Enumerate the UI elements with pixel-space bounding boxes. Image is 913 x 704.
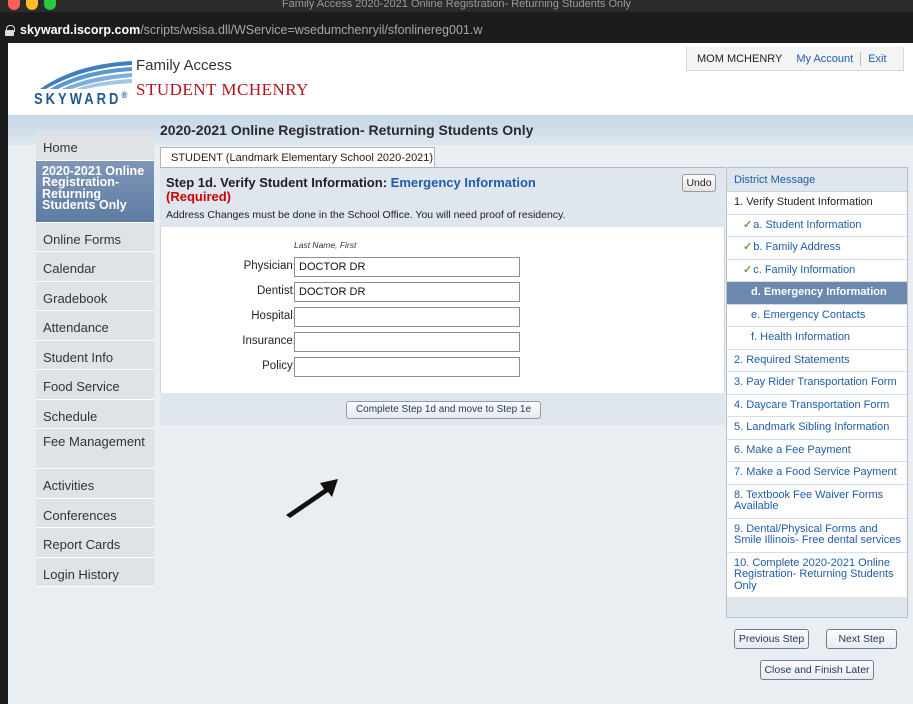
checkmark-icon: ✓	[743, 241, 753, 253]
step-1-verify[interactable]: 1. Verify Student Information	[727, 192, 907, 215]
sidebar-item-login-history[interactable]: Login History	[36, 557, 154, 587]
step-1f-health-info[interactable]: f. Health Information	[727, 327, 907, 350]
district-name: STUDENT MCHENRY	[136, 80, 309, 99]
sidebar-item-online-registration[interactable]: 2020-2021 Online Registration- Returning…	[36, 160, 154, 223]
step-1c-family-info[interactable]: ✓c. Family Information	[727, 259, 907, 282]
physician-field[interactable]: DOCTOR DR	[294, 257, 520, 277]
step-section-name: Emergency Information	[390, 175, 536, 190]
emergency-form: Last Name, First Physician: DOCTOR DR De…	[160, 227, 725, 393]
sidebar-item-report-cards[interactable]: Report Cards	[36, 528, 154, 558]
policy-field[interactable]	[294, 357, 520, 377]
insurance-label: Insurance:	[242, 335, 296, 347]
step-5[interactable]: 5. Landmark Sibling Information	[727, 417, 907, 440]
url-path: /scripts/wsisa.dll/WService=wsedumchenry…	[140, 23, 483, 37]
sidebar-item-student-info[interactable]: Student Info	[36, 340, 154, 370]
hospital-label: Hospital:	[251, 310, 296, 322]
step-8[interactable]: 8. Textbook Fee Waiver Forms Available	[727, 484, 907, 519]
step-4[interactable]: 4. Daycare Transportation Form	[727, 394, 907, 417]
address-bar[interactable]: skyward.iscorp.com/scripts/wsisa.dll/WSe…	[0, 12, 913, 43]
lock-icon	[5, 25, 15, 36]
window-titlebar: Family Access 2020-2021 Online Registrat…	[0, 0, 913, 12]
skyward-logo[interactable]: SKYWARD®	[34, 57, 134, 109]
step-header-panel: Step 1d. Verify Student Information: Eme…	[160, 167, 725, 227]
steps-panel: District Message 1. Verify Student Infor…	[726, 167, 908, 618]
hospital-field[interactable]	[294, 307, 520, 327]
undo-button[interactable]: Undo	[682, 174, 716, 192]
sidebar-item-online-forms[interactable]: Online Forms	[36, 222, 154, 252]
step-1d-emergency-info[interactable]: d. Emergency Information	[727, 282, 907, 305]
checkmark-icon: ✓	[743, 218, 753, 231]
policy-row: Policy:	[161, 357, 726, 377]
app-name: Family Access	[136, 57, 232, 74]
account-bar: MOM MCHENRY My Account Exit	[686, 47, 904, 71]
url-domain: skyward.iscorp.com	[20, 23, 141, 37]
sidebar-item-home[interactable]: Home	[36, 131, 154, 161]
step-10[interactable]: 10. Complete 2020-2021 Online Registrati…	[727, 552, 907, 597]
physician-row: Physician: DOCTOR DR	[161, 257, 726, 277]
step-1b-label: b. Family Address	[753, 241, 841, 253]
window-edge	[0, 43, 8, 704]
checkmark-icon: ✓	[743, 263, 753, 276]
close-finish-later-button[interactable]: Close and Finish Later	[760, 660, 874, 680]
step-1e-emergency-contacts[interactable]: e. Emergency Contacts	[727, 304, 907, 327]
next-step-button[interactable]: Next Step	[826, 629, 897, 649]
step-1a-student-info[interactable]: ✓a. Student Information	[727, 214, 907, 237]
complete-step-button[interactable]: Complete Step 1d and move to Step 1e	[346, 401, 541, 419]
step-title: Step 1d. Verify Student Information:	[166, 175, 388, 190]
sidebar-item-gradebook[interactable]: Gradebook	[36, 281, 154, 311]
arrow-annotation-icon	[286, 479, 338, 518]
exit-link[interactable]: Exit	[861, 53, 893, 65]
step-9[interactable]: 9. Dental/Physical Forms and Smile Illin…	[727, 518, 907, 553]
dentist-field[interactable]: DOCTOR DR	[294, 282, 520, 302]
step-1b-family-address[interactable]: ✓b. Family Address	[727, 237, 907, 260]
my-account-link[interactable]: My Account	[789, 53, 860, 65]
dentist-label: Dentist:	[257, 285, 296, 297]
sidebar-item-food-service[interactable]: Food Service	[36, 370, 154, 400]
sidebar-item-calendar[interactable]: Calendar	[36, 252, 154, 282]
sidebar-item-attendance[interactable]: Attendance	[36, 311, 154, 341]
district-message-link[interactable]: District Message	[727, 168, 907, 192]
step-1c-label: c. Family Information	[753, 263, 856, 276]
sidebar-nav: Home 2020-2021 Online Registration- Retu…	[36, 131, 154, 587]
sidebar-item-conferences[interactable]: Conferences	[36, 498, 154, 528]
step-note: Address Changes must be done in the Scho…	[166, 209, 566, 221]
sidebar-item-fee-management[interactable]: Fee Management	[36, 429, 154, 469]
dentist-row: Dentist: DOCTOR DR	[161, 282, 726, 302]
step-heading: Step 1d. Verify Student Information: Eme…	[166, 175, 536, 190]
field-format-hint: Last Name, First	[294, 240, 357, 250]
insurance-field[interactable]	[294, 332, 520, 352]
previous-step-button[interactable]: Previous Step	[734, 629, 809, 649]
step-7[interactable]: 7. Make a Food Service Payment	[727, 462, 907, 485]
window-title: Family Access 2020-2021 Online Registrat…	[281, 0, 632, 10]
sidebar-item-schedule[interactable]: Schedule	[36, 399, 154, 429]
step-3[interactable]: 3. Pay Rider Transportation Form	[727, 372, 907, 395]
submit-band: Complete Step 1d and move to Step 1e	[160, 393, 725, 425]
sidebar-item-activities[interactable]: Activities	[36, 469, 154, 499]
hospital-row: Hospital:	[161, 307, 726, 327]
insurance-row: Insurance:	[161, 332, 726, 352]
policy-label: Policy:	[262, 360, 296, 372]
step-required-flag: (Required)	[166, 189, 231, 204]
step-2[interactable]: 2. Required Statements	[727, 349, 907, 372]
tab-student[interactable]: STUDENT (Landmark Elementary School 2020…	[160, 147, 435, 167]
physician-label: Physician:	[243, 260, 296, 272]
header: SKYWARD® Family Access STUDENT MCHENRY M…	[8, 43, 913, 115]
user-name: MOM MCHENRY	[697, 52, 783, 65]
page-title: 2020-2021 Online Registration- Returning…	[160, 122, 534, 138]
step-1a-label: a. Student Information	[753, 218, 862, 231]
step-6[interactable]: 6. Make a Fee Payment	[727, 439, 907, 462]
logo-swoosh-icon	[40, 61, 132, 89]
logo-wordmark: SKYWARD®	[34, 89, 128, 108]
